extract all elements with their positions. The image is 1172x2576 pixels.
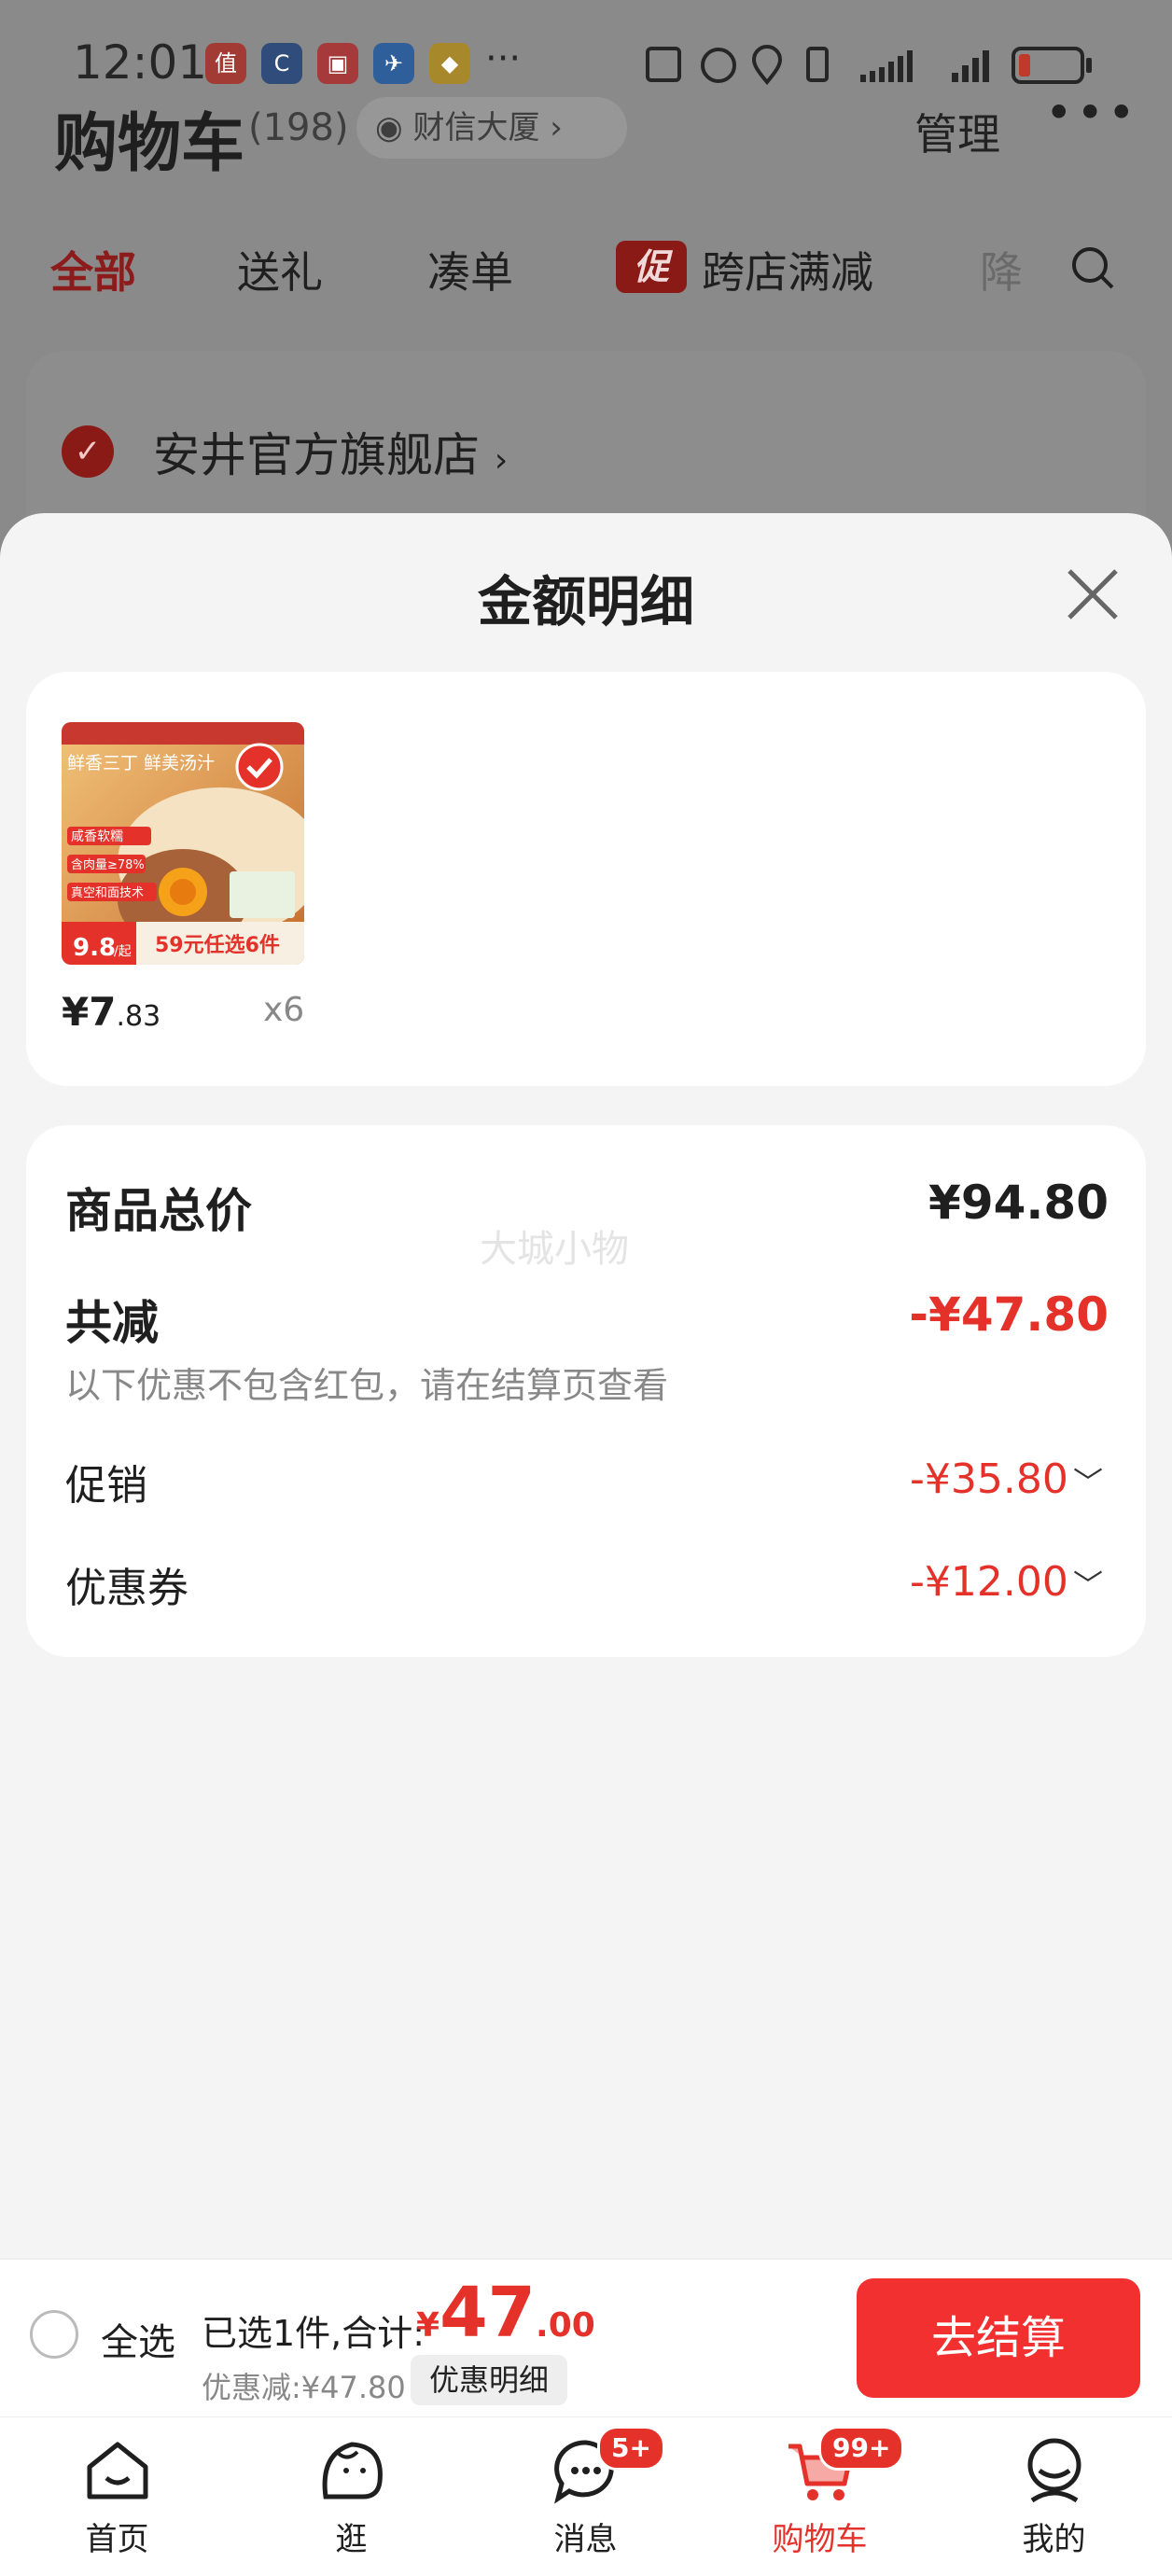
promo-tag: 促 xyxy=(616,241,687,293)
address-pill[interactable]: ◉ 财信大厦 › xyxy=(356,97,627,159)
svg-text:含肉量≥78%: 含肉量≥78% xyxy=(71,857,145,872)
select-all-label[interactable]: 全选 xyxy=(101,2312,175,2366)
address-text: 财信大厦 xyxy=(412,109,540,146)
store-name[interactable]: 安井官方旗舰店 › xyxy=(153,418,508,485)
tabbar-browse[interactable]: 逛 xyxy=(234,2426,468,2566)
location-icon xyxy=(751,45,783,86)
manage-button[interactable]: 管理 xyxy=(914,101,1000,162)
promotion-label: 促销 xyxy=(65,1462,147,1510)
total-price-label: 商品总价 xyxy=(65,1184,252,1238)
notification-app-icon: ◆ xyxy=(429,43,470,84)
item-price: ¥7.83 xyxy=(62,989,161,1035)
tab-price-drop[interactable]: 降 xyxy=(980,239,1023,300)
dumpling-image: 鲜香三丁 鲜美汤汁 咸香软糯 含肉量≥78% 真空和面技术 9.8 /起 59元… xyxy=(62,722,304,965)
message-badge: 5+ xyxy=(597,2426,665,2471)
home-icon xyxy=(87,2442,148,2499)
notification-app-icon: 值 xyxy=(205,43,246,84)
svg-text:真空和面技术: 真空和面技术 xyxy=(71,886,144,900)
total-reduction-value: -¥47.80 xyxy=(909,1288,1109,1342)
signal-icon xyxy=(952,50,989,82)
coupon-value: -¥12.00 xyxy=(910,1558,1068,1606)
status-time: 12:01 xyxy=(73,35,208,90)
select-all-radio[interactable] xyxy=(30,2310,78,2359)
eye-icon: ◉ xyxy=(375,109,413,146)
tabbar-messages[interactable]: 5+ 消息 xyxy=(468,2426,703,2566)
system-status-icons xyxy=(646,45,1092,86)
selected-summary: 已选1件,合计: xyxy=(202,2313,426,2354)
thumb-headline: 鲜香三丁 鲜美汤汁 xyxy=(67,753,215,773)
svg-text:/起: /起 xyxy=(114,944,132,959)
alarm-icon xyxy=(701,48,736,83)
cart-count: (198) xyxy=(248,106,349,149)
coupon-label: 优惠券 xyxy=(65,1565,188,1612)
store-check-icon[interactable]: ✓ xyxy=(62,425,114,478)
profile-icon xyxy=(1027,2438,1081,2503)
tab-cross-store-discount[interactable]: 跨店满减 xyxy=(702,239,873,300)
chevron-down-icon: ﹀ xyxy=(1072,1567,1103,1603)
total-amount: ¥47.00 xyxy=(416,2273,595,2353)
coupon-row-toggle[interactable]: -¥12.00 ﹀ xyxy=(910,1558,1103,1606)
total-price-value: ¥94.80 xyxy=(928,1176,1109,1230)
tabbar-label: 购物车 xyxy=(772,2521,868,2558)
discount-detail-button[interactable]: 优惠明细 xyxy=(411,2355,568,2405)
chevron-down-icon: ﹀ xyxy=(1072,1465,1103,1500)
notification-app-icon: ✈ xyxy=(373,43,414,84)
close-icon[interactable] xyxy=(1060,562,1125,627)
search-icon[interactable] xyxy=(1069,244,1116,291)
total-reduction-label: 共减 xyxy=(65,1296,159,1350)
tab-gift[interactable]: 送礼 xyxy=(237,239,323,300)
promotion-row-toggle[interactable]: -¥35.80 ﹀ xyxy=(910,1455,1103,1503)
watermark: 大城小物 xyxy=(480,1228,629,1271)
signal-icon xyxy=(860,50,913,82)
discount-note: 以下优惠不包含红包，请在结算页查看 xyxy=(65,1365,669,1406)
cart-title: 购物车 xyxy=(54,107,245,181)
product-thumbnail[interactable]: 鲜香三丁 鲜美汤汁 咸香软糯 含肉量≥78% 真空和面技术 9.8 /起 59元… xyxy=(62,722,304,965)
tabbar-label: 我的 xyxy=(1022,2521,1086,2558)
nfc-icon xyxy=(646,47,681,82)
notification-app-icon: ▣ xyxy=(317,43,358,84)
promotion-value: -¥35.80 xyxy=(910,1455,1068,1503)
chevron-right-icon: › xyxy=(539,109,563,146)
tabbar-home[interactable]: 首页 xyxy=(0,2426,234,2566)
tabbar-profile[interactable]: 我的 xyxy=(937,2426,1171,2566)
checkout-button[interactable]: 去结算 xyxy=(857,2278,1140,2398)
svg-text:咸香软糯: 咸香软糯 xyxy=(71,829,123,844)
vibrate-icon xyxy=(806,47,829,82)
sheet-title: 金额明细 xyxy=(477,570,694,634)
tabbar-label: 消息 xyxy=(553,2521,618,2558)
battery-icon xyxy=(1012,47,1092,84)
tabbar-label: 逛 xyxy=(335,2521,368,2558)
tabbar-label: 首页 xyxy=(85,2521,149,2558)
tab-all[interactable]: 全部 xyxy=(50,239,136,300)
more-icon[interactable]: ••• xyxy=(1045,86,1138,140)
notification-app-icon: C xyxy=(261,43,302,84)
svg-text:9.8: 9.8 xyxy=(73,934,116,962)
tab-bundle[interactable]: 凑单 xyxy=(427,239,513,300)
overflow-icon: ··· xyxy=(485,37,522,80)
svg-text:59元任选6件: 59元任选6件 xyxy=(155,933,280,957)
browse-icon xyxy=(322,2442,383,2499)
item-quantity: x6 xyxy=(263,991,305,1029)
discount-summary: 优惠减:¥47.80 xyxy=(202,2370,406,2405)
tabbar-cart[interactable]: 99+ 购物车 xyxy=(703,2426,937,2566)
cart-badge: 99+ xyxy=(818,2426,905,2471)
